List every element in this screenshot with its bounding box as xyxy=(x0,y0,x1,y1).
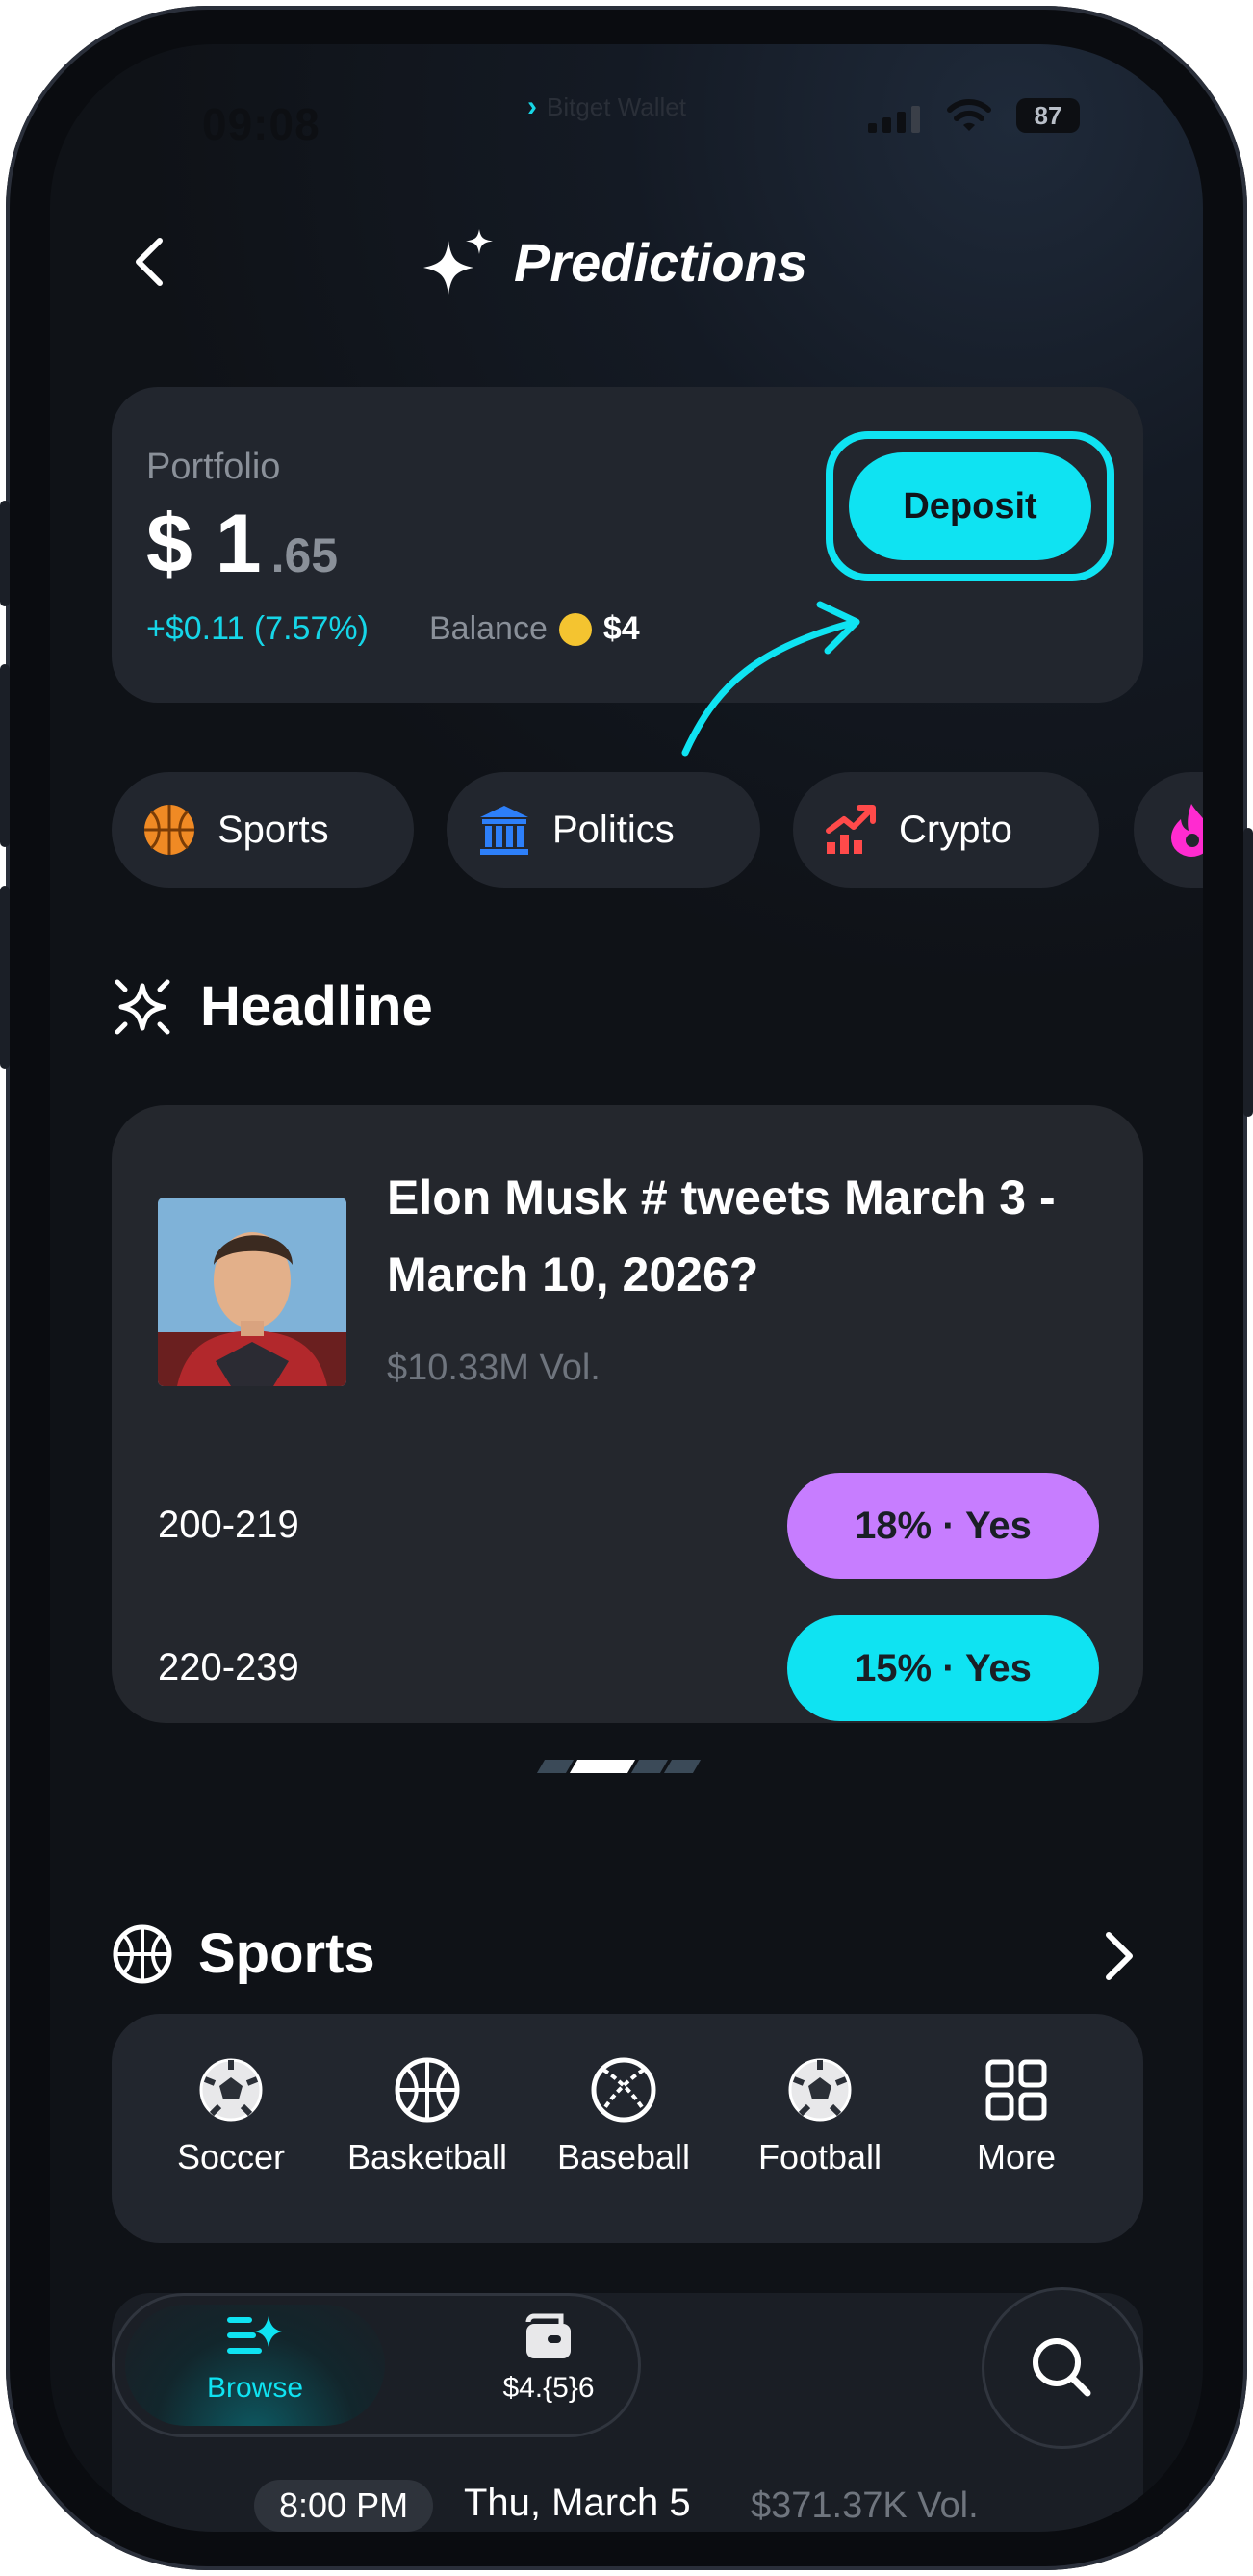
bank-icon xyxy=(475,801,533,859)
side-button xyxy=(0,664,10,847)
headline-header: Headline xyxy=(112,974,433,1039)
signal-icon xyxy=(868,104,920,133)
sports-title: Sports xyxy=(198,1922,375,1985)
sport-label: Baseball xyxy=(556,2137,691,2177)
flame-icon xyxy=(1163,801,1203,859)
app-screen: 09:08 › Bitget Wallet 87 Predictions Por… xyxy=(50,44,1203,2532)
arrow-annotation-icon xyxy=(681,601,860,757)
trending-up-icon xyxy=(822,801,880,859)
outcome-range: 220-239 xyxy=(158,1646,299,1688)
search-button[interactable] xyxy=(982,2287,1143,2449)
basketball-icon xyxy=(141,801,198,859)
sparkle-outline-icon xyxy=(115,979,170,1034)
side-button xyxy=(0,501,10,606)
sport-item-more[interactable]: More xyxy=(920,2056,1112,2177)
balance: Balance $4 xyxy=(429,610,640,648)
search-icon xyxy=(1033,2338,1091,2397)
back-icon[interactable] xyxy=(123,233,181,291)
coin-icon xyxy=(558,612,592,646)
side-button xyxy=(1243,828,1253,1117)
portfolio-change: +$0.11 (7.57%) xyxy=(146,610,369,647)
portfolio-value-decimal: .65 xyxy=(270,528,339,582)
carousel-indicator[interactable] xyxy=(536,1760,702,1773)
sport-item-soccer[interactable]: Soccer xyxy=(135,2056,327,2177)
market-volume: $10.33M Vol. xyxy=(387,1348,601,1388)
nav-browse-label: Browse xyxy=(206,2372,304,2404)
wallet-icon xyxy=(525,2313,571,2358)
page-title: Predictions xyxy=(514,231,807,293)
outcome-range: 200-219 xyxy=(158,1504,299,1546)
market-question[interactable]: Elon Musk # tweets March 3 - March 10, 2… xyxy=(387,1159,1099,1313)
category-chip-label: Sports xyxy=(217,808,329,851)
page-header: Predictions xyxy=(422,227,807,296)
status-time: 09:08 xyxy=(202,99,320,149)
sports-header[interactable]: Sports xyxy=(112,1921,375,1986)
nav-tab-wallet[interactable]: $4.{5}6 xyxy=(443,2312,654,2405)
outcome-yes-button[interactable]: 15% · Yes xyxy=(787,1615,1099,1721)
category-chip-sports[interactable]: Sports xyxy=(112,772,414,888)
nav-wallet-label: $4.{5}6 xyxy=(502,2372,595,2404)
wifi-icon xyxy=(947,99,991,131)
basketball-icon xyxy=(395,2057,460,2123)
sport-item-baseball[interactable]: Baseball xyxy=(527,2056,720,2177)
market-thumbnail xyxy=(158,1198,346,1386)
sport-item-basketball[interactable]: Basketball xyxy=(331,2056,524,2177)
portfolio-label: Portfolio xyxy=(146,447,281,487)
balance-amount: $4 xyxy=(602,610,640,647)
nav-tab-browse[interactable]: Browse xyxy=(154,2312,356,2405)
category-chip-politics[interactable]: Politics xyxy=(447,772,760,888)
sport-label: Basketball xyxy=(346,2137,508,2177)
portfolio-value-main: $ 1 xyxy=(146,498,262,590)
category-chip-label: Politics xyxy=(552,808,675,851)
football-icon xyxy=(788,2058,852,2122)
category-chip-trending[interactable] xyxy=(1134,772,1203,888)
app-badge-label: Bitget Wallet xyxy=(547,91,686,121)
sport-label: Soccer xyxy=(176,2137,286,2177)
event-date: Thu, March 5 xyxy=(464,2482,691,2524)
bitget-logo-icon: › xyxy=(527,90,537,122)
balance-label: Balance xyxy=(429,610,548,647)
baseball-icon xyxy=(591,2057,656,2123)
portfolio-value: $ 1.65 xyxy=(146,497,338,592)
sport-label: More xyxy=(976,2137,1057,2177)
deposit-button[interactable]: Deposit xyxy=(849,452,1091,560)
soccer-icon xyxy=(199,2058,263,2122)
category-chip-crypto[interactable]: Crypto xyxy=(793,772,1099,888)
outcome-yes-button[interactable]: 18% · Yes xyxy=(787,1473,1099,1579)
battery-icon: 87 xyxy=(1016,98,1080,133)
chevron-right-icon[interactable] xyxy=(1091,1929,1145,1983)
browse-icon xyxy=(227,2316,282,2354)
event-volume: $371.37K Vol. xyxy=(751,2486,979,2526)
basketball-outline-icon xyxy=(113,1924,172,1983)
event-time-badge: 8:00 PM xyxy=(254,2480,434,2532)
app-badge: › Bitget Wallet xyxy=(527,90,686,123)
sport-label: Football xyxy=(757,2137,882,2177)
side-button xyxy=(0,886,10,1069)
category-chip-label: Crypto xyxy=(899,808,1012,851)
headline-title: Headline xyxy=(200,975,433,1038)
sport-item-football[interactable]: Football xyxy=(724,2056,916,2177)
sparkle-icon xyxy=(423,229,493,295)
grid-icon xyxy=(985,2059,1047,2121)
